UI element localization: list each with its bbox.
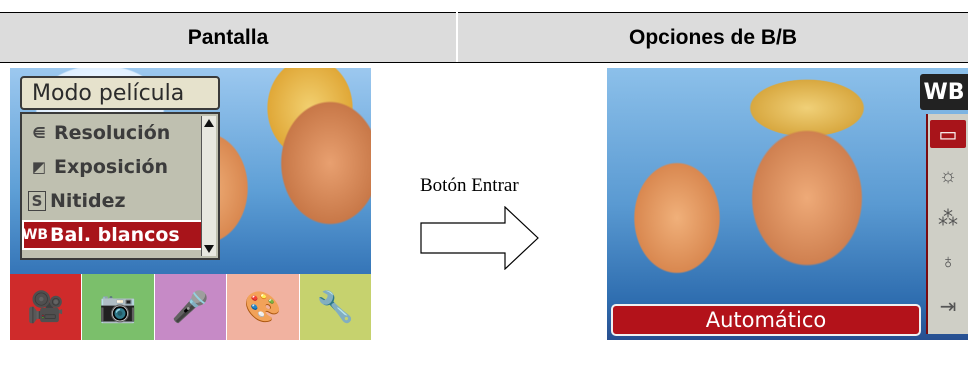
setup-icon: 🔧 xyxy=(316,290,354,324)
daylight-icon[interactable]: ☼ xyxy=(934,162,962,190)
menu-item-white-balance[interactable]: WB Bal. blancos xyxy=(22,220,206,250)
tab-setup[interactable]: 🔧 xyxy=(299,274,371,340)
camera-mode-icon: 📷 xyxy=(99,290,137,324)
menu-item-sharpness[interactable]: S Nitidez xyxy=(28,186,206,216)
header-rule xyxy=(0,62,968,63)
effects-icon: 🎨 xyxy=(244,290,282,324)
auto-wb-icon[interactable]: ▭ xyxy=(930,120,966,148)
exit-icon[interactable]: ⇥ xyxy=(934,292,962,320)
white-balance-icon: WB xyxy=(21,227,49,243)
tab-voice[interactable]: 🎤 xyxy=(154,274,228,340)
menu-item-label: Resolución xyxy=(54,122,171,144)
header-opciones-bb: Opciones de B/B xyxy=(458,12,968,63)
tab-effects[interactable]: 🎨 xyxy=(227,274,300,340)
menu-item-label: Exposición xyxy=(54,156,169,178)
resolution-icon: ⋹ xyxy=(32,124,46,142)
wb-options-screen: WB ▭ ☼ ⁂ ♁ ⇥ Automático xyxy=(607,68,968,340)
menu-item-label: Bal. blancos xyxy=(50,224,180,246)
menu-list: ⋹ Resolución ◩ Exposición S Nitidez WB B… xyxy=(20,112,220,260)
exposure-icon: ◩ xyxy=(31,158,47,176)
header-pantalla: Pantalla xyxy=(0,12,456,63)
wb-options-panel: ▭ ☼ ⁂ ♁ ⇥ xyxy=(926,114,968,334)
menu-scrollbar[interactable] xyxy=(201,116,216,256)
tungsten-icon[interactable]: ♁ xyxy=(934,248,962,276)
tab-camera[interactable]: 📷 xyxy=(82,274,155,340)
menu-item-label: Nitidez xyxy=(50,190,126,212)
wb-status-bar: Automático xyxy=(611,304,921,336)
right-arrow-icon xyxy=(420,206,539,270)
voice-mode-icon: 🎤 xyxy=(171,290,210,324)
enter-button-label: Botón Entrar xyxy=(420,175,519,196)
tab-movie[interactable]: 🎥 xyxy=(10,274,83,340)
scroll-down-icon[interactable] xyxy=(204,245,214,253)
mode-tabs: 🎥 📷 🎤 🎨 🔧 xyxy=(10,274,371,340)
scroll-up-icon[interactable] xyxy=(204,119,214,127)
menu-item-exposure[interactable]: ◩ Exposición xyxy=(28,152,206,182)
menu-title: Modo película xyxy=(20,76,220,110)
fluorescent-icon[interactable]: ⁂ xyxy=(934,204,962,232)
wb-badge: WB xyxy=(920,74,968,110)
menu-item-resolution[interactable]: ⋹ Resolución xyxy=(28,118,206,148)
movie-mode-screen: Modo película ⋹ Resolución ◩ Exposición … xyxy=(10,68,371,340)
sharpness-icon: S xyxy=(28,191,46,211)
movie-mode-icon: 🎥 xyxy=(27,290,65,324)
